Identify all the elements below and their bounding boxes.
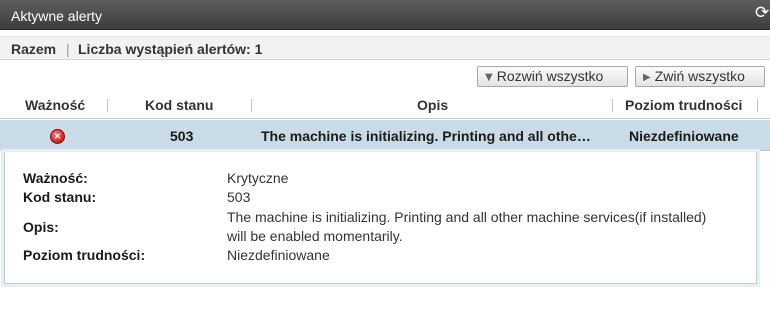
row-description: The machine is initializing. Printing an… xyxy=(261,128,591,144)
detail-description-label: Opis: xyxy=(23,219,59,235)
detail-description-line1: The machine is initializing. Printing an… xyxy=(227,209,707,225)
column-difficulty[interactable]: Poziom trudności xyxy=(625,97,742,113)
collapse-all-button[interactable]: ▶ Zwiń wszystko xyxy=(635,66,765,87)
column-divider xyxy=(251,99,252,112)
window-titlebar: Aktywne alerty ⟳ xyxy=(0,0,770,30)
column-divider xyxy=(757,99,758,112)
collapse-all-label: Zwiń wszystko xyxy=(654,68,745,84)
column-severity[interactable]: Ważność xyxy=(25,97,85,113)
table-header: Ważność Kod stanu Opis Poziom trudności xyxy=(0,92,770,119)
alert-detail-panel: Ważność: Krytyczne Kod stanu: 503 Opis: … xyxy=(4,152,757,284)
alert-summary-bar: Razem | Liczba wystąpień alertów: 1 xyxy=(0,36,770,60)
row-difficulty: Niezdefiniowane xyxy=(629,128,739,144)
expand-all-label: Rozwiń wszystko xyxy=(496,68,604,84)
error-icon: × xyxy=(50,129,65,144)
column-divider xyxy=(107,99,108,112)
detail-difficulty-value: Niezdefiniowane xyxy=(227,247,330,263)
triangle-right-icon: ▶ xyxy=(643,72,651,83)
detail-difficulty-label: Poziom trudności: xyxy=(23,247,146,263)
refresh-icon[interactable]: ⟳ xyxy=(755,3,770,23)
column-divider xyxy=(612,99,613,112)
table-row[interactable]: 503 The machine is initializing. Printin… xyxy=(0,120,770,151)
summary-separator: | xyxy=(66,41,70,57)
detail-code-label: Kod stanu: xyxy=(23,189,97,205)
detail-severity-label: Ważność: xyxy=(23,170,88,186)
detail-description-line2: will be enabled momentarily. xyxy=(227,228,403,244)
expand-all-button[interactable]: ▼ Rozwiń wszystko xyxy=(477,66,628,87)
total-label: Razem xyxy=(11,41,57,57)
column-status-code[interactable]: Kod stanu xyxy=(145,97,213,113)
detail-severity-value: Krytyczne xyxy=(227,170,289,186)
alert-count-label: Liczba wystąpień alertów: 1 xyxy=(78,41,263,57)
detail-code-value: 503 xyxy=(227,189,251,205)
toolbar: ▼ Rozwiń wszystko ▶ Zwiń wszystko xyxy=(0,61,770,92)
triangle-down-icon: ▼ xyxy=(485,72,493,83)
row-status-code: 503 xyxy=(170,128,194,144)
window-title: Aktywne alerty xyxy=(11,8,103,24)
column-description[interactable]: Opis xyxy=(417,97,448,113)
